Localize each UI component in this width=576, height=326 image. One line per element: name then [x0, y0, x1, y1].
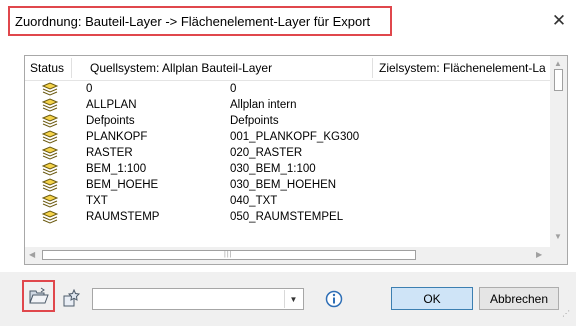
- title-bar: Zuordnung: Bauteil-Layer -> Flächeneleme…: [0, 0, 576, 42]
- resize-grip-icon[interactable]: ⋰: [562, 310, 571, 318]
- open-file-button[interactable]: [22, 280, 55, 312]
- source-layer: PLANKOPF: [86, 131, 148, 143]
- source-layer: RASTER: [86, 147, 133, 159]
- favorite-button[interactable]: [60, 287, 82, 309]
- layer-status-icon: [41, 178, 59, 192]
- column-divider[interactable]: [71, 58, 72, 78]
- folder-open-icon: [28, 287, 49, 304]
- table-row[interactable]: 0 0: [25, 81, 550, 97]
- scroll-right-icon[interactable]: ▶: [536, 250, 542, 259]
- layer-status-icon: [41, 82, 59, 96]
- column-header-target[interactable]: Zielsystem: Flächenelement-La: [374, 56, 550, 80]
- column-header-source[interactable]: Quellsystem: Allplan Bauteil-Layer: [85, 56, 375, 80]
- scroll-left-icon[interactable]: ◀: [29, 250, 35, 259]
- scroll-down-icon[interactable]: ▼: [554, 232, 562, 241]
- source-layer: TXT: [86, 195, 108, 207]
- column-header-status[interactable]: Status: [25, 56, 71, 80]
- layer-status-icon: [41, 210, 59, 224]
- layer-status-icon: [41, 146, 59, 160]
- target-layer: Allplan intern: [230, 99, 297, 111]
- close-icon: ✕: [551, 11, 567, 30]
- ok-button[interactable]: OK: [391, 287, 473, 310]
- favorites-combobox[interactable]: ▼: [92, 288, 304, 310]
- target-layer: Defpoints: [230, 115, 279, 127]
- source-layer: RAUMSTEMP: [86, 211, 160, 223]
- layer-status-icon: [41, 130, 59, 144]
- scrollbar-corner: [550, 247, 567, 264]
- dropdown-button[interactable]: ▼: [284, 290, 302, 308]
- table-row[interactable]: BEM_1:100 030_BEM_1:100: [25, 161, 550, 177]
- table-row[interactable]: RAUMSTEMP 050_RAUMSTEMPEL: [25, 209, 550, 225]
- table-row[interactable]: Defpoints Defpoints: [25, 113, 550, 129]
- chevron-down-icon: ▼: [289, 294, 298, 304]
- layer-status-icon: [41, 114, 59, 128]
- table-header: Status Quellsystem: Allplan Bauteil-Laye…: [25, 56, 567, 81]
- layer-status-icon: [41, 194, 59, 208]
- source-layer: ALLPLAN: [86, 99, 137, 111]
- table-row[interactable]: BEM_HOEHE 030_BEM_HOEHEN: [25, 177, 550, 193]
- dialog-title: Zuordnung: Bauteil-Layer -> Flächeneleme…: [8, 6, 392, 36]
- column-divider[interactable]: [372, 58, 373, 78]
- scroll-up-icon[interactable]: ▲: [554, 59, 562, 68]
- target-layer: 020_RASTER: [230, 147, 303, 159]
- target-layer: 050_RAUMSTEMPEL: [230, 211, 344, 223]
- favorite-pin-icon: [63, 289, 81, 307]
- source-layer: BEM_1:100: [86, 163, 147, 175]
- layer-status-icon: [41, 98, 59, 112]
- table-row[interactable]: PLANKOPF 001_PLANKOPF_KG300: [25, 129, 550, 145]
- export-layer-mapping-dialog: Zuordnung: Bauteil-Layer -> Flächeneleme…: [0, 0, 576, 326]
- cancel-button[interactable]: Abbrechen: [479, 287, 559, 310]
- table-row[interactable]: TXT 040_TXT: [25, 193, 550, 209]
- source-layer: 0: [86, 83, 93, 95]
- source-layer: BEM_HOEHE: [86, 179, 159, 191]
- info-icon: [325, 290, 343, 308]
- target-layer: 030_BEM_HOEHEN: [230, 179, 337, 191]
- layer-mapping-table: Status Quellsystem: Allplan Bauteil-Laye…: [24, 55, 568, 265]
- target-layer: 0: [230, 83, 237, 95]
- source-layer: Defpoints: [86, 115, 135, 127]
- target-layer: 030_BEM_1:100: [230, 163, 316, 175]
- vertical-scrollbar[interactable]: ▲ ▼: [550, 56, 567, 247]
- table-row[interactable]: ALLPLAN Allplan intern: [25, 97, 550, 113]
- vertical-scroll-thumb[interactable]: [554, 69, 563, 91]
- scroll-grip-icon: |||: [224, 251, 233, 258]
- info-button[interactable]: [324, 289, 344, 309]
- target-layer: 001_PLANKOPF_KG300: [230, 131, 360, 143]
- target-layer: 040_TXT: [230, 195, 278, 207]
- close-button[interactable]: ✕: [550, 11, 568, 30]
- layer-status-icon: [41, 162, 59, 176]
- table-row[interactable]: RASTER 020_RASTER: [25, 145, 550, 161]
- horizontal-scrollbar[interactable]: ◀ ||| ▶: [25, 247, 550, 264]
- dialog-title-text: Zuordnung: Bauteil-Layer -> Flächeneleme…: [15, 13, 371, 29]
